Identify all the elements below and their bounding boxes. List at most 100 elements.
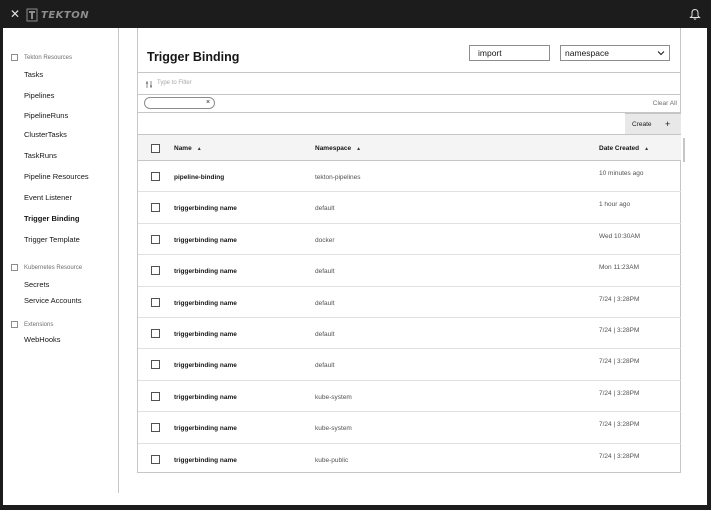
sidebar-item-webhooks[interactable]: WebHooks	[24, 335, 61, 344]
brand-name: TEKTON	[41, 9, 90, 21]
cell-date-created: 10 minutes ago	[599, 170, 644, 177]
table-row[interactable]: triggerbinding name default 7/24 | 3:28P…	[138, 318, 681, 350]
cell-date-created: 1 hour ago	[599, 201, 631, 209]
cell-date-created: Mon 11:23AM	[599, 264, 639, 272]
group-checkbox[interactable]	[11, 54, 18, 61]
sidebar-item-pipelines[interactable]: Pipelines	[24, 91, 54, 100]
table-header: Name ▲ Namespace ▲ Date Created ▲	[138, 134, 681, 161]
table-row[interactable]: triggerbinding name default 7/24 | 3:28P…	[138, 349, 681, 381]
cell-name[interactable]: pipeline-binding	[174, 174, 224, 181]
cell-date-created: 7/24 | 3:28PM	[599, 326, 640, 334]
cell-name[interactable]: triggerbinding name	[174, 331, 237, 338]
filter-tag-row: × Clear All	[138, 95, 681, 113]
cell-name[interactable]: triggerbinding name	[174, 457, 237, 464]
sidebar-item-pipeline-resources[interactable]: Pipeline Resources	[24, 172, 89, 181]
cell-name[interactable]: triggerbinding name	[174, 205, 237, 212]
row-checkbox[interactable]	[151, 172, 160, 181]
sidebar-item-tasks[interactable]: Tasks	[24, 70, 43, 79]
row-checkbox[interactable]	[151, 360, 160, 370]
sidebar-item-taskruns[interactable]: TaskRuns	[24, 151, 57, 160]
sidebar-group-extensions: Extensions	[11, 321, 53, 328]
sidebar-item-trigger-template[interactable]: Trigger Template	[24, 235, 80, 244]
tag-close-icon[interactable]: ×	[206, 98, 210, 108]
sidebar-group-label: Tekton Resources	[24, 54, 73, 61]
plus-icon: +	[665, 119, 671, 129]
sidebar-item-trigger-binding[interactable]: Trigger Binding	[24, 214, 79, 223]
column-header-namespace[interactable]: Namespace ▲	[315, 145, 361, 152]
cell-namespace: default	[315, 299, 335, 307]
title-bar: ✕ TEKTON	[0, 0, 711, 28]
cell-namespace: kube-system	[315, 393, 352, 401]
cell-namespace: default	[315, 330, 335, 338]
row-checkbox[interactable]	[151, 297, 160, 307]
sidebar-group-label: Extensions	[24, 321, 54, 328]
row-checkbox[interactable]	[151, 328, 160, 338]
cell-name[interactable]: triggerbinding name	[174, 237, 237, 244]
row-checkbox[interactable]	[151, 423, 160, 433]
sort-arrow-icon: ▲	[356, 146, 362, 152]
sidebar-item-pipelineruns[interactable]: PipelineRuns	[24, 111, 68, 120]
row-checkbox[interactable]	[151, 391, 160, 401]
cell-date-created: 7/24 | 3:28PM	[599, 389, 640, 397]
row-checkbox[interactable]	[151, 266, 160, 276]
column-header-date-created[interactable]: Date Created ▲	[599, 145, 649, 152]
brand-logo: TEKTON	[26, 7, 89, 23]
column-header-name[interactable]: Name ▲	[174, 145, 202, 152]
cell-namespace: tekton-pipelines	[315, 174, 361, 181]
create-button[interactable]: Create +	[625, 113, 681, 134]
cell-namespace: default	[315, 268, 335, 276]
row-checkbox[interactable]	[151, 234, 160, 244]
cell-name[interactable]: triggerbinding name	[174, 362, 237, 369]
import-input[interactable]: import	[469, 45, 550, 61]
table-row[interactable]: triggerbinding name kube-public 7/24 | 3…	[138, 444, 681, 475]
cell-name[interactable]: triggerbinding name	[174, 394, 237, 401]
table-row[interactable]: triggerbinding name docker Wed 10:30AM	[138, 224, 681, 256]
table-row[interactable]: triggerbinding name default Mon 11:23AM	[138, 255, 681, 287]
row-checkbox[interactable]	[151, 454, 160, 464]
cell-namespace: kube-system	[315, 425, 352, 433]
filter-input[interactable]: Type to Filter	[157, 80, 192, 86]
cell-name[interactable]: triggerbinding name	[174, 300, 237, 307]
table-row[interactable]: triggerbinding name kube-system 7/24 | 3…	[138, 412, 681, 444]
row-checkbox[interactable]	[151, 203, 160, 213]
create-button-label: Create	[632, 121, 652, 128]
table-scrollbar[interactable]	[683, 138, 685, 162]
column-header-label: Name	[174, 145, 192, 152]
close-icon[interactable]: ✕	[9, 7, 21, 21]
sidebar-group-kubernetes-resource: Kubernetes Resource	[11, 264, 82, 271]
select-all-checkbox[interactable]	[151, 144, 160, 153]
cell-date-created: 7/24 | 3:28PM	[599, 452, 640, 460]
sidebar-item-secrets[interactable]: Secrets	[24, 280, 49, 289]
cell-name[interactable]: triggerbinding name	[174, 268, 237, 275]
data-table: Name ▲ Namespace ▲ Date Created ▲ pipeline-…	[138, 134, 681, 475]
sidebar-item-clustertasks[interactable]: ClusterTasks	[24, 130, 67, 139]
sort-arrow-icon: ▲	[196, 146, 202, 152]
cell-date-created: 7/24 | 3:28PM	[599, 358, 640, 366]
bell-icon[interactable]	[689, 8, 701, 21]
namespace-select[interactable]: namespace	[560, 45, 670, 61]
table-row[interactable]: triggerbinding name default 7/24 | 3:28P…	[138, 287, 681, 318]
table-row[interactable]: triggerbinding name default 1 hour ago	[138, 192, 681, 224]
clear-all-link[interactable]: Clear All	[653, 100, 677, 107]
cell-namespace: default	[315, 205, 335, 213]
sidebar-group-label: Kubernetes Resource	[24, 264, 83, 271]
app-frame: Tekton Resources Tasks Pipelines Pipelin…	[3, 28, 707, 505]
chevron-down-icon	[657, 51, 665, 56]
sidebar: Tekton Resources Tasks Pipelines Pipelin…	[3, 28, 119, 493]
cell-name[interactable]: triggerbinding name	[174, 425, 237, 432]
table-toolbar: Create +	[138, 113, 681, 134]
sidebar-item-service-accounts[interactable]: Service Accounts	[24, 296, 82, 305]
sort-arrow-icon: ▲	[644, 146, 650, 152]
filter-tag[interactable]: ×	[144, 97, 215, 109]
group-checkbox[interactable]	[11, 264, 18, 271]
namespace-select-value: namespace	[565, 48, 609, 58]
sidebar-item-event-listener[interactable]: Event Listener	[24, 193, 72, 202]
cell-date-created: 7/24 | 3:28PM	[599, 295, 640, 303]
tekton-logo-icon	[26, 8, 38, 22]
filter-bar[interactable]: Type to Filter	[138, 72, 681, 95]
main-panel: Trigger Binding import namespace Type to…	[137, 28, 685, 475]
table-row[interactable]: pipeline-binding tekton-pipelines 10 min…	[138, 161, 681, 193]
table-row[interactable]: triggerbinding name kube-system 7/24 | 3…	[138, 381, 681, 413]
cell-namespace: docker	[315, 236, 335, 244]
group-checkbox[interactable]	[11, 321, 18, 328]
